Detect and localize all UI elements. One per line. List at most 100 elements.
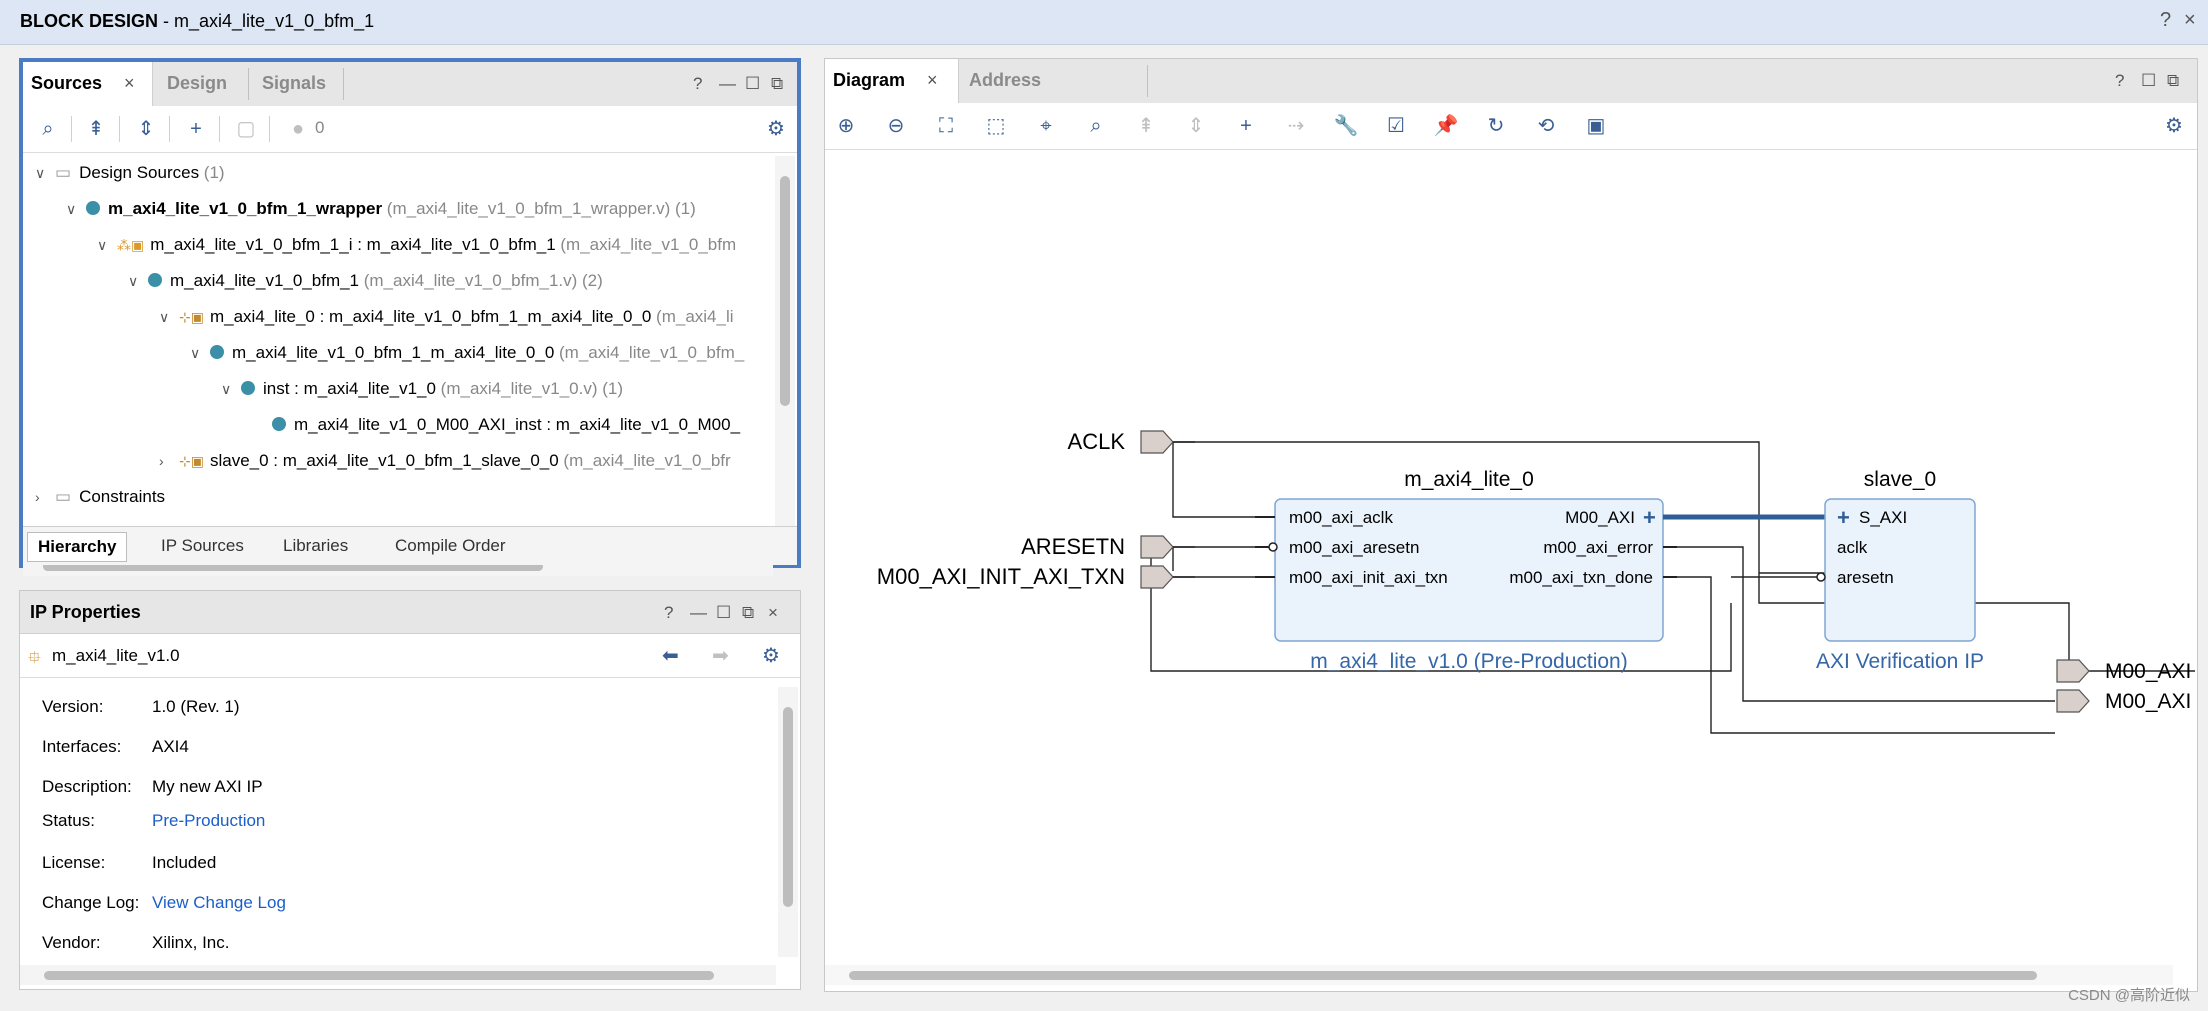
search-icon[interactable]: ⌕ bbox=[1083, 113, 1109, 139]
scroll-thumb[interactable] bbox=[44, 971, 714, 980]
props-vertical-scrollbar[interactable] bbox=[778, 687, 798, 957]
validate-icon[interactable]: ☑ bbox=[1383, 113, 1409, 139]
zoom-in-icon[interactable]: ⊕ bbox=[833, 113, 859, 139]
close-tab-icon[interactable]: × bbox=[927, 70, 938, 90]
expander-icon[interactable]: ∨ bbox=[221, 372, 235, 406]
forward-arrow-icon[interactable]: ➡ bbox=[712, 643, 729, 668]
pin-icon[interactable]: 📌 bbox=[1433, 113, 1459, 139]
tab-address-editor[interactable]: Address Editor× bbox=[961, 59, 1131, 132]
tab-compile-order[interactable]: Compile Order bbox=[385, 532, 516, 560]
property-key: Description: bbox=[42, 777, 132, 796]
float-icon[interactable]: ⧉ bbox=[2167, 71, 2179, 91]
tab-diagram[interactable]: Diagram × bbox=[825, 59, 959, 103]
maximize-icon[interactable]: ☐ bbox=[745, 74, 760, 94]
tree-row[interactable]: ∨ m_axi4_lite_v1_0_bfm_1_wrapper (m_axi4_… bbox=[66, 192, 696, 226]
interface-plus-icon[interactable]: + bbox=[1837, 505, 1850, 530]
tree-row[interactable]: ∨ m_axi4_lite_v1_0_bfm_1 (m_axi4_lite_v1_… bbox=[128, 264, 603, 298]
zoom-out-icon[interactable]: ⊖ bbox=[883, 113, 909, 139]
property-key: License: bbox=[42, 853, 106, 872]
gear-icon[interactable]: ⚙ bbox=[2161, 113, 2187, 139]
collapse-all-icon[interactable]: ⇞ bbox=[83, 116, 109, 142]
block-diagram-canvas[interactable]: ACLK ARESETN M00_AXI_INIT_AXI_TXN M00_AXI M0… bbox=[825, 153, 2197, 967]
output-port-shape[interactable] bbox=[2056, 689, 2090, 713]
tab-design[interactable]: Design bbox=[159, 62, 235, 106]
close-tab-icon[interactable]: × bbox=[124, 73, 135, 93]
zoom-fit-icon[interactable]: ⛶ bbox=[933, 113, 959, 139]
diagram-horizontal-scrollbar[interactable] bbox=[825, 965, 2173, 985]
tab-ip-sources[interactable]: IP Sources bbox=[151, 532, 254, 560]
regenerate-layout-icon[interactable]: ⟲ bbox=[1533, 113, 1559, 139]
property-row: Version: 1.0 (Rev. 1) bbox=[42, 697, 240, 717]
ip-icon: ⯐ bbox=[28, 648, 41, 667]
tree-row[interactable]: ∨ ⁂▣ m_axi4_lite_v1_0_bfm_1_i : m_axi4_lit… bbox=[97, 228, 736, 262]
minimize-icon[interactable]: — bbox=[690, 603, 707, 623]
source-file-icon bbox=[272, 417, 286, 431]
tab-sources[interactable]: Sources × bbox=[23, 62, 153, 106]
minimize-icon[interactable]: — bbox=[719, 74, 736, 94]
props-horizontal-scrollbar[interactable] bbox=[20, 965, 776, 985]
property-key: Vendor: bbox=[42, 933, 101, 952]
refresh-icon[interactable]: ↻ bbox=[1483, 113, 1509, 139]
interface-plus-icon[interactable]: + bbox=[1643, 505, 1656, 530]
scroll-thumb[interactable] bbox=[783, 707, 793, 907]
output-port-shape[interactable] bbox=[2056, 659, 2090, 683]
gear-icon[interactable]: ⚙ bbox=[763, 116, 789, 142]
expand-icon[interactable]: ⇕ bbox=[1183, 113, 1209, 139]
diagram-toolbar: ⊕ ⊖ ⛶ ⬚ ⌖ ⌕ ⇞ ⇕ + ⇢ 🔧 ☑ 📌 ↻ ⟲ ▣ ⚙ bbox=[825, 103, 2197, 150]
scroll-thumb[interactable] bbox=[849, 971, 2037, 980]
expander-icon[interactable]: ∨ bbox=[159, 300, 173, 334]
expander-icon[interactable]: › bbox=[35, 480, 49, 514]
tree-vertical-scrollbar[interactable] bbox=[775, 156, 795, 556]
scroll-thumb[interactable] bbox=[780, 176, 790, 406]
gear-icon[interactable]: ⚙ bbox=[762, 643, 780, 668]
input-port-shape[interactable] bbox=[1140, 430, 1174, 454]
tree-row[interactable]: ∨ m_axi4_lite_v1_0_bfm_1_m_axi4_lite_0_0 … bbox=[190, 336, 744, 370]
tab-libraries[interactable]: Libraries bbox=[273, 532, 358, 560]
unknown-file-icon[interactable]: ▢ bbox=[233, 116, 259, 142]
close-icon[interactable]: × bbox=[2184, 9, 2196, 32]
search-icon[interactable]: ⌕ bbox=[35, 116, 61, 142]
expander-icon[interactable]: ∨ bbox=[190, 336, 204, 370]
tree-row[interactable]: ∨ ⊹▣ m_axi4_lite_0 : m_axi4_lite_v1_0_bfm_… bbox=[159, 300, 734, 334]
expand-all-icon[interactable]: ⇕ bbox=[133, 116, 159, 142]
ip-icon: ⊹▣ bbox=[179, 309, 204, 325]
make-connection-icon[interactable]: ⇢ bbox=[1283, 113, 1309, 139]
tree-row[interactable]: ∨ inst : m_axi4_lite_v1_0 (m_axi4_lite_v1… bbox=[221, 372, 623, 406]
expander-icon[interactable]: ∨ bbox=[97, 228, 111, 262]
help-icon[interactable]: ? bbox=[664, 603, 673, 623]
expander-icon[interactable]: ∨ bbox=[128, 264, 142, 298]
tab-hierarchy[interactable]: Hierarchy bbox=[27, 532, 128, 562]
back-arrow-icon[interactable]: ⬅ bbox=[662, 643, 679, 668]
zoom-area-icon[interactable]: ⬚ bbox=[983, 113, 1009, 139]
tree-row[interactable]: › ▭ Constraints bbox=[35, 480, 165, 514]
property-link[interactable]: View Change Log bbox=[152, 893, 286, 912]
add-icon[interactable]: + bbox=[183, 116, 209, 142]
maximize-icon[interactable]: ☐ bbox=[2141, 71, 2156, 91]
float-icon[interactable]: ⧉ bbox=[771, 74, 783, 94]
tab-signals[interactable]: Signals bbox=[254, 62, 334, 106]
float-icon[interactable]: ⧉ bbox=[742, 603, 754, 623]
wrench-icon[interactable]: 🔧 bbox=[1333, 113, 1359, 139]
expander-icon[interactable]: ∨ bbox=[35, 156, 49, 190]
ip-block-icon[interactable]: ▣ bbox=[1583, 113, 1609, 139]
center-icon[interactable]: ⌖ bbox=[1033, 113, 1059, 139]
help-icon[interactable]: ? bbox=[693, 74, 702, 94]
master-output-pin: M00_AXI bbox=[1565, 508, 1635, 527]
maximize-icon[interactable]: ☐ bbox=[716, 603, 731, 623]
help-icon[interactable]: ? bbox=[2160, 9, 2171, 32]
collapse-icon[interactable]: ⇞ bbox=[1133, 113, 1159, 139]
master-input-pin: m00_axi_init_axi_txn bbox=[1289, 568, 1448, 587]
tree-row[interactable]: › ⊹▣ slave_0 : m_axi4_lite_v1_0_bfm_1_slav… bbox=[159, 444, 731, 478]
expander-icon[interactable]: › bbox=[159, 444, 173, 478]
property-link[interactable]: Pre-Production bbox=[152, 811, 265, 830]
tree-row[interactable]: ∨ ▭ Design Sources (1) bbox=[35, 156, 225, 190]
add-ip-icon[interactable]: + bbox=[1233, 113, 1259, 139]
input-port-shape[interactable] bbox=[1140, 535, 1174, 559]
help-icon[interactable]: ? bbox=[2115, 71, 2124, 91]
tree-row[interactable]: m_axi4_lite_v1_0_M00_AXI_inst : m_axi4_l… bbox=[252, 408, 740, 442]
block-diagram-overlay: ACLK ARESETN M00_AXI_INIT_AXI_TXN M00_AXI M0… bbox=[877, 429, 2192, 713]
expander-icon[interactable]: ∨ bbox=[66, 192, 80, 226]
input-port-shape[interactable] bbox=[1140, 565, 1174, 589]
property-value: Included bbox=[152, 853, 217, 872]
close-icon[interactable]: × bbox=[768, 603, 778, 623]
